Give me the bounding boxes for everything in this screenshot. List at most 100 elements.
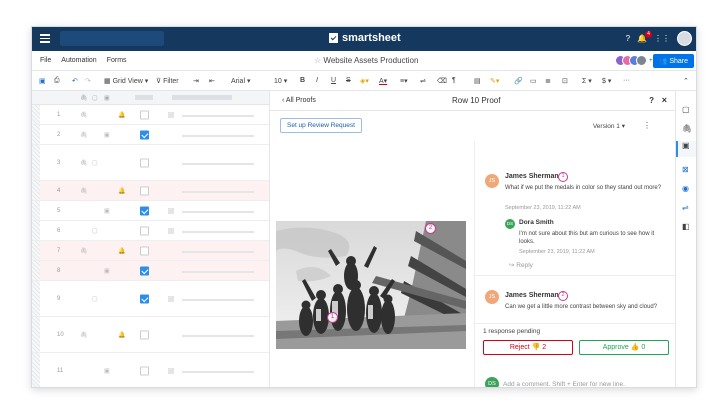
row-handle[interactable] bbox=[32, 241, 40, 260]
format-painter-icon[interactable]: ¶ bbox=[452, 77, 456, 84]
share-button[interactable]: 👥 Share bbox=[652, 54, 694, 68]
row-checkbox[interactable] bbox=[140, 266, 149, 275]
reply-link[interactable]: ↪ Reply bbox=[509, 261, 533, 269]
approve-button[interactable]: Approve 👍 0 bbox=[579, 340, 669, 355]
workspace-selector[interactable] bbox=[60, 31, 164, 46]
row-checkbox[interactable] bbox=[140, 110, 149, 119]
attachments-rail-icon[interactable]: 🖇 bbox=[682, 124, 692, 133]
row-number-cell[interactable]: 3 bbox=[32, 145, 66, 180]
row-number-cell[interactable]: 9 bbox=[32, 281, 66, 316]
row-checkbox[interactable] bbox=[140, 246, 149, 255]
reminder-icon[interactable]: 🔔 bbox=[118, 247, 125, 254]
currency-dropdown[interactable]: $ ▾ bbox=[602, 77, 611, 85]
update-requests-rail-icon[interactable]: ⊠ bbox=[682, 165, 689, 174]
text-color-icon[interactable]: A▾ bbox=[379, 77, 387, 85]
comment-icon[interactable]: ▢ bbox=[92, 227, 98, 234]
column-header[interactable] bbox=[135, 95, 153, 100]
sheet-title[interactable]: ☆ Website Assets Production bbox=[314, 56, 418, 65]
table-row[interactable]: 8 ▣ bbox=[32, 261, 269, 281]
proof-image[interactable]: 1 2 bbox=[276, 221, 466, 349]
indent-icon[interactable]: ⇥ bbox=[193, 77, 199, 85]
row-number-cell[interactable]: 2 bbox=[32, 125, 66, 144]
activity-log-rail-icon[interactable]: ⇌ bbox=[682, 203, 689, 212]
comment-icon[interactable]: ▢ bbox=[92, 295, 98, 302]
row-handle[interactable] bbox=[32, 201, 40, 220]
image-icon[interactable]: ▭ bbox=[530, 77, 537, 85]
table-row[interactable]: 10 🖇 🔔 bbox=[32, 317, 269, 353]
row-handle[interactable] bbox=[32, 221, 40, 240]
row-handle[interactable] bbox=[32, 353, 40, 387]
row-checkbox[interactable] bbox=[140, 294, 149, 303]
row-number-cell[interactable]: 11 bbox=[32, 353, 66, 387]
row-handle[interactable] bbox=[32, 317, 40, 352]
all-proofs-link[interactable]: ‹ All Proofs bbox=[282, 97, 316, 104]
publish-rail-icon[interactable]: ◉ bbox=[682, 184, 689, 193]
reminder-icon[interactable]: 🔔 bbox=[118, 187, 125, 194]
filter-button[interactable]: ⊽ Filter bbox=[156, 77, 179, 85]
attachment-icon[interactable]: 🖇 bbox=[80, 159, 88, 166]
font-size-dropdown[interactable]: 10 ▾ bbox=[274, 77, 287, 85]
collaborators[interactable]: +6 bbox=[615, 55, 656, 66]
row-number-cell[interactable]: 1 bbox=[32, 105, 66, 124]
proof-pin-2[interactable]: 2 bbox=[425, 223, 436, 234]
setup-review-request-button[interactable]: Set up Review Request bbox=[280, 118, 362, 133]
table-row[interactable]: 1 🖇 🔔 bbox=[32, 105, 269, 125]
row-handle[interactable] bbox=[32, 105, 40, 124]
more-options-icon[interactable]: ⋮ bbox=[643, 121, 651, 130]
row-checkbox[interactable] bbox=[140, 226, 149, 235]
wrap-icon[interactable]: ⇌ bbox=[420, 77, 426, 85]
row-checkbox[interactable] bbox=[140, 130, 149, 139]
comment-pin-badge[interactable]: 2 bbox=[558, 291, 568, 301]
apps-grid-icon[interactable]: ⋮⋮ bbox=[654, 34, 670, 43]
outdent-icon[interactable]: ⇤ bbox=[209, 77, 215, 85]
cell-placeholder[interactable] bbox=[182, 162, 254, 165]
row-number-cell[interactable]: 6 bbox=[32, 221, 66, 240]
grid-view-dropdown[interactable]: ▦ Grid View ▾ bbox=[104, 77, 148, 85]
proof-pin-1[interactable]: 1 bbox=[327, 312, 338, 323]
proof-icon[interactable]: ▣ bbox=[104, 267, 110, 274]
proof-icon[interactable]: ▣ bbox=[104, 207, 110, 214]
table-row[interactable]: 11 ▣ bbox=[32, 353, 269, 387]
attachment-icon[interactable]: 🖇 bbox=[80, 131, 88, 138]
cell-placeholder[interactable] bbox=[182, 190, 254, 193]
cell-placeholder[interactable] bbox=[168, 367, 254, 374]
menu-forms[interactable]: Forms bbox=[107, 57, 127, 64]
row-checkbox[interactable] bbox=[140, 366, 149, 375]
attachment-icon[interactable]: 🖇 bbox=[80, 331, 88, 338]
row-number-cell[interactable]: 8 bbox=[32, 261, 66, 280]
reminder-icon[interactable]: 🔔 bbox=[118, 111, 125, 118]
table-row[interactable]: 2 🖇 ▣ bbox=[32, 125, 269, 145]
cell-placeholder[interactable] bbox=[168, 227, 254, 234]
cell-placeholder[interactable] bbox=[182, 250, 254, 253]
row-number-cell[interactable]: 7 bbox=[32, 241, 66, 260]
italic-button[interactable]: I bbox=[316, 77, 318, 84]
table-row[interactable]: 5 ▣ bbox=[32, 201, 269, 221]
table-row[interactable]: 6 ▢ bbox=[32, 221, 269, 241]
attachment-icon[interactable]: 🖇 bbox=[80, 187, 88, 194]
conditional-format-icon[interactable]: ▤ bbox=[474, 77, 481, 85]
comments-rail-icon[interactable]: ▢ bbox=[682, 105, 690, 114]
collapse-toolbar-icon[interactable]: ⌃ bbox=[683, 77, 689, 85]
row-checkbox[interactable] bbox=[140, 186, 149, 195]
help-icon[interactable]: ? bbox=[626, 34, 630, 43]
proof-help-icon[interactable]: ? bbox=[649, 96, 654, 105]
table-row[interactable]: 3 🖇 ▢ bbox=[32, 145, 269, 181]
more-tools[interactable]: ··· bbox=[623, 77, 630, 84]
table-row[interactable]: 9 ▢ bbox=[32, 281, 269, 317]
close-icon[interactable]: × bbox=[662, 95, 667, 105]
menu-file[interactable]: File bbox=[40, 57, 51, 64]
reminder-icon[interactable]: 🔔 bbox=[118, 331, 125, 338]
reject-button[interactable]: Reject 👎 2 bbox=[483, 340, 573, 355]
attachment-icon[interactable]: 🖇 bbox=[80, 247, 88, 254]
link-icon[interactable]: 🔗 bbox=[514, 77, 523, 85]
row-handle[interactable] bbox=[32, 125, 40, 144]
strikethrough-button[interactable]: S bbox=[346, 77, 351, 84]
proofs-rail-icon[interactable]: ▣ bbox=[676, 141, 696, 157]
row-number-cell[interactable]: 4 bbox=[32, 181, 66, 200]
bold-button[interactable]: B bbox=[300, 77, 305, 84]
underline-button[interactable]: U bbox=[331, 77, 336, 84]
notifications-icon[interactable]: 🔔 4 bbox=[637, 31, 652, 43]
clear-format-icon[interactable]: ⌫ bbox=[437, 77, 447, 85]
add-comment-input[interactable]: Add a comment. Shift + Enter for new lin… bbox=[503, 381, 625, 387]
align-icon[interactable]: ≡▾ bbox=[400, 77, 408, 85]
